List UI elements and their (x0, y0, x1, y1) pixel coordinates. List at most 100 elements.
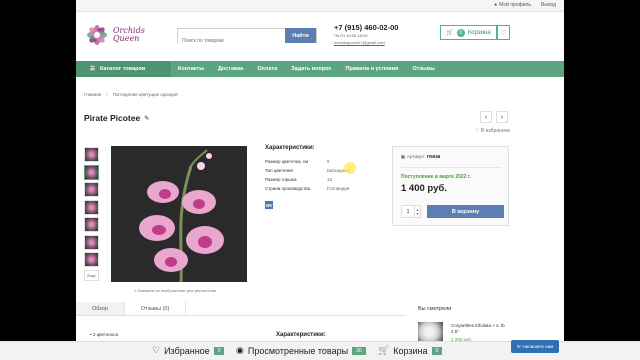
pencil-icon: ✎ (144, 115, 150, 122)
spec-row: Размер цветочка, см 8 (265, 157, 385, 166)
spec-value: 8 (327, 159, 330, 164)
bottom-cart-label: Корзина (393, 345, 428, 356)
vk-share-icon[interactable]: ВК (265, 201, 273, 209)
spec-key: Тип цветения (265, 168, 293, 173)
tab-reviews[interactable]: Отзывы (0) (125, 302, 187, 315)
spec-row: Страна производства Голландия (265, 184, 385, 193)
thumbnail-6[interactable] (84, 234, 99, 250)
nav-reviews[interactable]: Отзывы (405, 66, 441, 72)
divider (401, 167, 501, 168)
header-favorites-button[interactable]: ♡ (497, 25, 510, 40)
product-sku: Артикул: П5046 (401, 154, 440, 159)
product-title-text: Pirate Picotee (84, 113, 141, 123)
nav-payment[interactable]: Оплата (250, 66, 284, 72)
catalog-menu-button[interactable]: ☰ Каталог товаров (76, 61, 171, 77)
overview-chip: • 2 цветоноса (90, 332, 119, 337)
logo-line-2: Queen (113, 34, 140, 43)
write-to-us-button[interactable]: ✉ Напишите нам (511, 340, 559, 353)
nav-contacts[interactable]: Контакты (171, 66, 211, 72)
heart-icon: ♡ (475, 128, 480, 134)
heart-icon: ♡ (152, 345, 161, 355)
web-page: ● Мой профиль Выход Orchids Queen Поиск … (76, 0, 564, 360)
chevron-right-icon: › (106, 92, 108, 97)
top-bar: ● Мой профиль Выход (76, 0, 564, 12)
bottom-cart-count: 0 (431, 346, 443, 355)
bottom-cart-button[interactable]: 🛒 Корзина 0 (378, 345, 443, 356)
eye-icon: ◉ (236, 345, 244, 355)
product-nav-arrows: ‹ › (480, 111, 508, 123)
product-tabs: Обзор Отзывы (0) (76, 302, 406, 316)
cart-icon: 🛒 (446, 30, 454, 36)
heart-icon: ♡ (500, 29, 507, 37)
cart-icon: 🛒 (378, 345, 390, 355)
spec-row: Размер горшка 12 (265, 175, 385, 184)
zoom-hint: ⌕ Нажмите на изображение для увеличения (134, 288, 216, 293)
site-logo[interactable]: Orchids Queen (84, 22, 145, 48)
specifications: Характеристики: Размер цветочка, см 8 Тип… (265, 145, 385, 193)
product-main-image[interactable] (111, 146, 247, 282)
profile-link[interactable]: ● Мой профиль (494, 2, 531, 8)
specs-title: Характеристики: (265, 145, 315, 151)
prev-product-button[interactable]: ‹ (480, 111, 492, 123)
catalog-label: Каталог товаров (99, 66, 146, 72)
working-hours: Пн-Пт 10:00-18:00 (334, 33, 368, 38)
breadcrumb-home[interactable]: Главная (84, 92, 101, 97)
cart-label: Корзина (467, 29, 491, 36)
breadcrumb: Главная › Поглядение цветущих орхидей (84, 92, 178, 97)
favorites-label: Избранное (164, 345, 210, 356)
spec-key: Страна производства (265, 186, 311, 191)
header-cart-button[interactable]: 🛒 0 Корзина (440, 25, 497, 40)
tab-overview[interactable]: Обзор (76, 302, 125, 315)
thumbnail-7[interactable] (84, 252, 99, 267)
thumbnail-4[interactable] (84, 199, 99, 215)
search-box: Найти (177, 28, 317, 48)
recently-viewed-title: Вы смотрели (418, 306, 452, 312)
mouse-cursor-highlight (344, 162, 356, 174)
spec-value: Голландия (327, 186, 350, 191)
wishlist-label: В избранное (480, 128, 511, 134)
add-to-cart-button[interactable]: В корзину (427, 205, 504, 218)
orchid-photo (111, 146, 247, 282)
favorites-count: 0 (213, 346, 225, 355)
chat-icon: ✉ (516, 343, 521, 349)
breadcrumb-category[interactable]: Поглядение цветущих орхидей (113, 92, 178, 97)
sku-value: П5046 (427, 154, 441, 159)
spec-key: Размер горшка (265, 177, 297, 182)
video-frame: ● Мой профиль Выход Orchids Queen Поиск … (0, 0, 640, 360)
thumbnail-1[interactable] (84, 147, 99, 162)
quantity-value[interactable]: 1 (402, 206, 414, 217)
search-button[interactable]: Найти (285, 28, 316, 43)
user-icon: ● (494, 2, 498, 8)
sku-icon (401, 154, 405, 159)
nav-ask-question[interactable]: Задать вопрос (284, 66, 338, 72)
spec-key: Размер цветочка, см (265, 159, 309, 164)
profile-label: Мой профиль (499, 2, 532, 8)
recently-viewed-name[interactable]: Coryanthes trifoliata × s. tb 2,5" (451, 323, 509, 335)
search-input[interactable] (178, 34, 286, 48)
zoom-icon: ⌕ (134, 288, 137, 293)
product-price: 1 400 руб. (401, 183, 447, 194)
bottom-viewed-button[interactable]: ◉ Просмотренные товары 30 (236, 345, 366, 356)
decrement-icon[interactable]: ▼ (416, 212, 419, 216)
next-product-button[interactable]: › (496, 111, 508, 123)
nav-delivery[interactable]: Доставка (211, 66, 250, 72)
quantity-stepper[interactable]: 1 ▲ ▼ (401, 205, 421, 218)
viewed-label: Просмотренные товары (247, 345, 349, 356)
viewed-count: 30 (352, 346, 366, 355)
add-to-wishlist-link[interactable]: ♡ В избранное (475, 128, 510, 134)
more-thumbnails-button[interactable]: Ещё (84, 269, 99, 281)
logout-link[interactable]: Выход (541, 2, 556, 8)
nav-rules[interactable]: Правила и условия (338, 66, 405, 72)
email-link[interactable]: orchidsqueen21@gmail.com (334, 40, 385, 45)
cart-count-badge: 0 (456, 28, 465, 37)
thumbnail-2[interactable] (84, 164, 99, 180)
arrival-status: Поступление в марте 2022 г. (401, 174, 471, 180)
zoom-hint-text: Нажмите на изображение для увеличения (137, 288, 217, 293)
thumbnail-5[interactable] (84, 217, 99, 232)
hamburger-icon: ☰ (90, 66, 95, 72)
bottom-favorites-button[interactable]: ♡ Избранное 0 (152, 345, 225, 356)
spec-row: Тип цветения Каскадный (265, 166, 385, 175)
overview-specs-title: Характеристики: (276, 332, 326, 338)
thumbnail-3[interactable] (84, 182, 99, 197)
phone-number[interactable]: +7 (915) 460-02-00 (334, 23, 398, 32)
